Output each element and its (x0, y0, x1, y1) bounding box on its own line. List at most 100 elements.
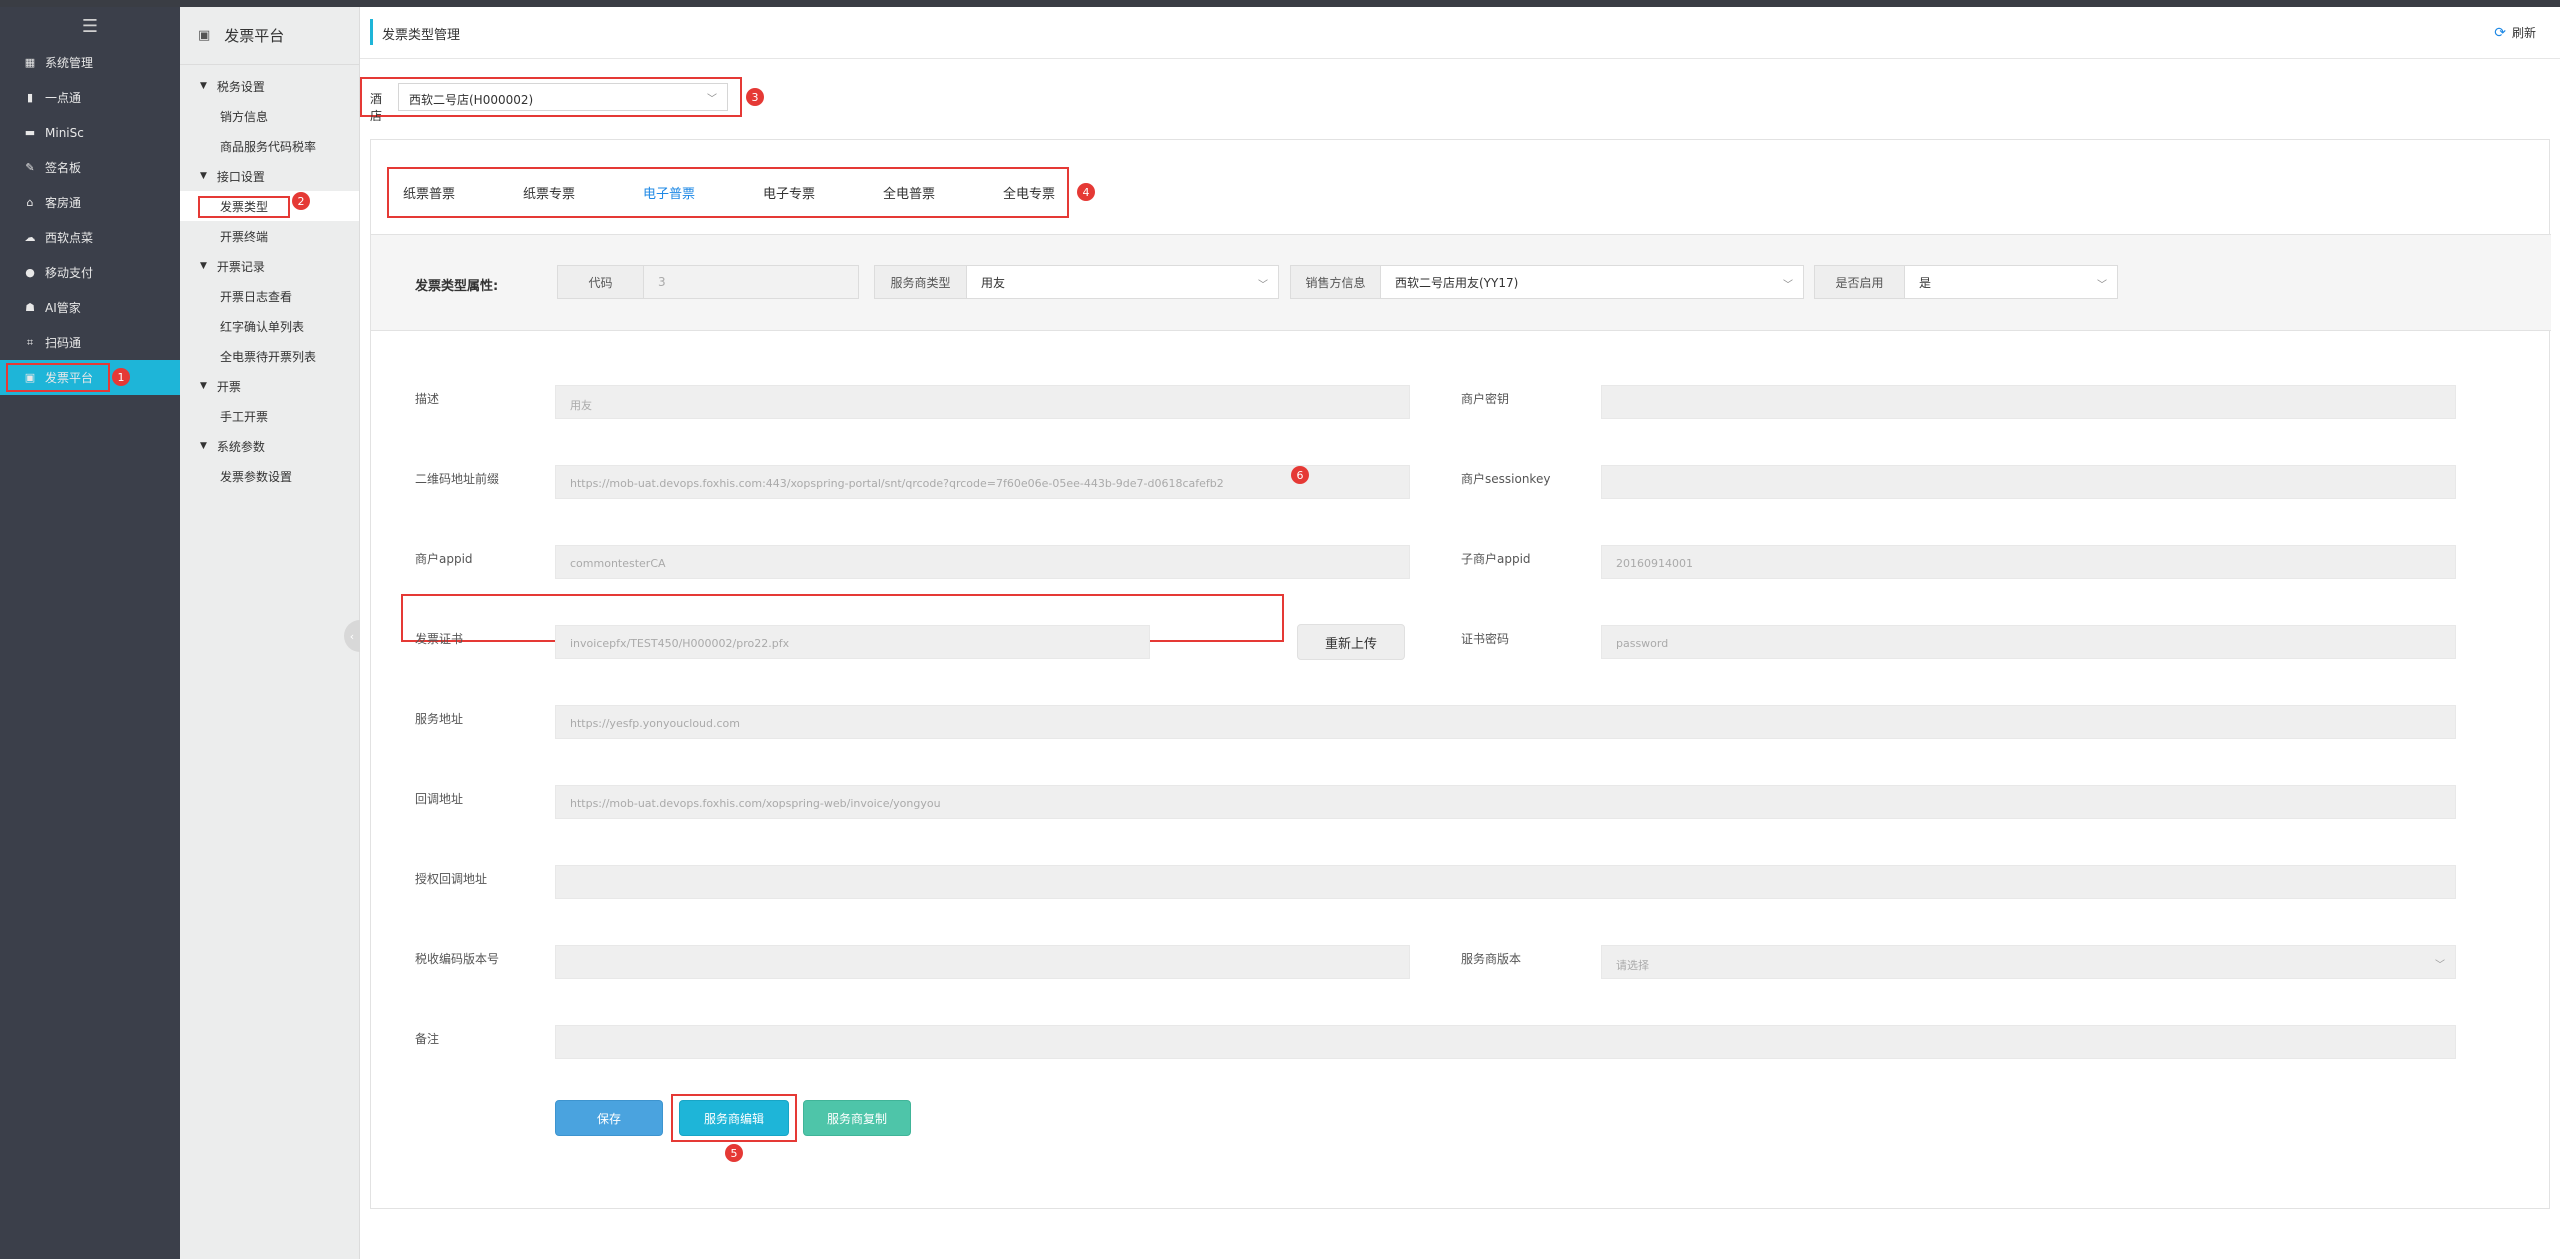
refresh-icon: ⟳ (2494, 24, 2506, 41)
chevron-down-icon: ﹀ (1258, 280, 1268, 291)
page-title: 发票类型管理 (382, 28, 461, 43)
title-accent (370, 19, 373, 45)
annotation-badge: 4 (1077, 183, 1095, 201)
save-button[interactable]: 保存 (555, 1100, 663, 1136)
tab-paper-normal[interactable]: 纸票普票 (403, 183, 455, 202)
subnav-group-records[interactable]: ▼ 开票记录 (180, 251, 359, 281)
sidebar-item-label: 一点通 (45, 91, 82, 105)
tab-full-special[interactable]: 全电专票 (1003, 183, 1055, 202)
main-sidebar: ☰ ▦ 系统管理 ▮ 一点通 ▬ MiniSc ✎ 签名板 ⌂ 客房通 ☁ 西软点菜 ● 移动… (0, 7, 180, 1259)
highlight-box (6, 363, 110, 392)
caret-down-icon: ▼ (200, 81, 207, 91)
subnav-item-tax-rate[interactable]: 商品服务代码税率 (180, 131, 359, 161)
tab-e-special[interactable]: 电子专票 (763, 183, 815, 202)
appid-input[interactable]: commontesterCA (555, 545, 1410, 579)
scan-icon: ⌗ (26, 335, 34, 349)
subnav-item-red-confirm[interactable]: 红字确认单列表 (180, 311, 359, 341)
pen-icon: ✎ (25, 161, 35, 174)
sidebar-item-label: 系统管理 (45, 56, 94, 70)
bar-chart-icon: ▮ (26, 91, 34, 104)
desc-label: 描述 (415, 392, 440, 406)
sessionkey-input[interactable] (1601, 465, 2456, 499)
sidebar-item-system[interactable]: ▦ 系统管理 (0, 45, 180, 80)
sidebar-item-minisc[interactable]: ▬ MiniSc (0, 115, 180, 150)
sidebar-item-signpad[interactable]: ✎ 签名板 (0, 150, 180, 185)
sidebar-item-label: MiniSc (45, 125, 84, 140)
subnav-item-seller[interactable]: 销方信息 (180, 101, 359, 131)
annotation-badge: 6 (1291, 466, 1309, 484)
sidebar-item-ai[interactable]: ☗ AI管家 (0, 290, 180, 325)
home-icon: ⌂ (26, 196, 34, 209)
cert-password-input[interactable]: password (1601, 625, 2456, 659)
subnav-item-manual[interactable]: 手工开票 (180, 401, 359, 431)
enabled-select[interactable]: 是否启用 是 ﹀ (1814, 265, 2118, 299)
reupload-button[interactable]: 重新上传 (1297, 624, 1405, 660)
sub-appid-label: 子商户appid (1461, 552, 1531, 566)
chevron-down-icon: ﹀ (1783, 280, 1793, 291)
annotation-badge: 2 (292, 192, 310, 210)
subnav-group-interface[interactable]: ▼ 接口设置 (180, 161, 359, 191)
grid-icon: ▦ (24, 56, 36, 69)
seller-select[interactable]: 销售方信息 西软二号店用友(YY17) ﹀ (1290, 265, 1804, 299)
card-icon: ▬ (24, 126, 36, 139)
subnav-title: ▣ 发票平台 (180, 7, 359, 65)
subnav-group-params[interactable]: ▼ 系统参数 (180, 431, 359, 461)
sidebar-item-yidiantong[interactable]: ▮ 一点通 (0, 80, 180, 115)
subnav-item-log[interactable]: 开票日志查看 (180, 281, 359, 311)
subnav-item-params-setting[interactable]: 发票参数设置 (180, 461, 359, 491)
tab-e-normal[interactable]: 电子普票 (643, 183, 695, 202)
sidebar-item-payment[interactable]: ● 移动支付 (0, 255, 180, 290)
chevron-down-icon: ﹀ (2097, 280, 2107, 291)
provider-version-label: 服务商版本 (1461, 952, 1522, 966)
callback-input[interactable]: https://mob-uat.devops.foxhis.com/xopspr… (555, 785, 2456, 819)
tab-full-normal[interactable]: 全电普票 (883, 183, 935, 202)
remark-label: 备注 (415, 1032, 440, 1046)
merchant-key-input[interactable] (1601, 385, 2456, 419)
subnav-group-tax[interactable]: ▼ 税务设置 (180, 71, 359, 101)
annotation-badge: 5 (725, 1144, 743, 1162)
qr-prefix-label: 二维码地址前缀 (415, 472, 500, 486)
invoice-type-panel: 纸票普票 纸票专票 电子普票 电子专票 全电普票 全电专票 4 发票类型属性: … (370, 139, 2551, 1209)
subnav-item-invoice-type[interactable]: 发票类型 (180, 191, 359, 221)
invoice-icon: ▣ (198, 28, 211, 43)
sub-appid-input[interactable]: 20160914001 (1601, 545, 2456, 579)
code-field: 代码 3 (557, 265, 859, 299)
provider-edit-button[interactable]: 服务商编辑 (679, 1100, 789, 1136)
cert-label: 发票证书 (415, 632, 464, 646)
qr-prefix-input[interactable]: https://mob-uat.devops.foxhis.com:443/xo… (555, 465, 1410, 499)
refresh-button[interactable]: ⟳ 刷新 (2494, 24, 2536, 41)
tax-code-version-input[interactable] (555, 945, 1410, 979)
sidebar-item-label: AI管家 (45, 301, 81, 315)
top-strip (0, 0, 2560, 7)
remark-input[interactable] (555, 1025, 2456, 1059)
provider-copy-button[interactable]: 服务商复制 (803, 1100, 911, 1136)
subnav-item-pending[interactable]: 全电票待开票列表 (180, 341, 359, 371)
sidebar-item-order[interactable]: ☁ 西软点菜 (0, 220, 180, 255)
auth-callback-input[interactable] (555, 865, 2456, 899)
sidebar-item-invoice[interactable]: ▣ 发票平台 (0, 360, 180, 395)
highlight-box (198, 196, 290, 218)
subnav-group-issue[interactable]: ▼ 开票 (180, 371, 359, 401)
service-url-input[interactable]: https://yesfp.yonyoucloud.com (555, 705, 2456, 739)
desc-input[interactable]: 用友 (555, 385, 1410, 419)
tax-code-version-label: 税收编码版本号 (415, 952, 500, 966)
attribute-row: 发票类型属性: 代码 3 服务商类型 用友 ﹀ 销售方信息 西软二号店用友(YY1… (371, 235, 2551, 331)
chevron-down-icon: ﹀ (707, 94, 717, 105)
highlight-box (387, 167, 1069, 218)
service-url-label: 服务地址 (415, 712, 464, 726)
tab-paper-special[interactable]: 纸票专票 (523, 183, 575, 202)
subnav-item-terminal[interactable]: 开票终端 (180, 221, 359, 251)
sidebar-item-scan[interactable]: ⌗ 扫码通 (0, 325, 180, 360)
sidebar-item-room[interactable]: ⌂ 客房通 (0, 185, 180, 220)
callback-label: 回调地址 (415, 792, 464, 806)
auth-callback-label: 授权回调地址 (415, 872, 488, 886)
cloud-icon: ☁ (24, 231, 36, 244)
hotel-select[interactable]: 西软二号店(H000002) ﹀ (398, 83, 728, 111)
chevron-down-icon: ﹀ (2435, 960, 2445, 971)
caret-down-icon: ▼ (200, 261, 207, 271)
provider-version-select[interactable]: 请选择 ﹀ (1601, 945, 2456, 979)
provider-type-select[interactable]: 服务商类型 用友 ﹀ (874, 265, 1279, 299)
cert-input[interactable]: invoicepfx/TEST450/H000002/pro22.pfx (555, 625, 1150, 659)
annotation-badge: 3 (746, 88, 764, 106)
menu-toggle-icon[interactable]: ☰ (0, 7, 180, 45)
